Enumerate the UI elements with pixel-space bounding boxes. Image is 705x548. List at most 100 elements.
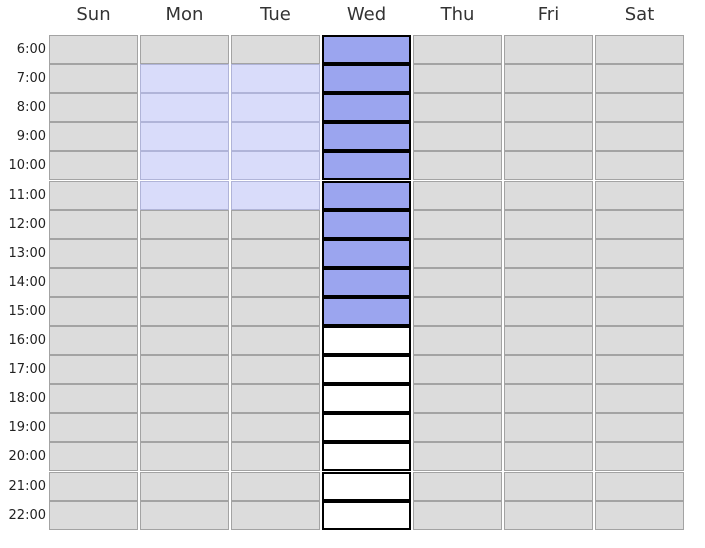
time-slot-cell[interactable] (231, 326, 320, 355)
time-slot-cell[interactable] (231, 413, 320, 443)
time-slot-cell[interactable] (595, 500, 684, 530)
time-slot-cell[interactable] (140, 442, 229, 472)
time-slot-cell[interactable] (322, 471, 411, 501)
time-slot-cell[interactable] (504, 296, 593, 326)
time-slot-cell[interactable] (49, 238, 138, 268)
time-slot-cell[interactable] (231, 151, 320, 181)
time-slot-cell[interactable] (140, 355, 229, 385)
time-slot-cell[interactable] (231, 442, 320, 472)
time-slot-cell[interactable] (49, 355, 138, 385)
time-slot-cell[interactable] (231, 267, 320, 297)
time-slot-cell[interactable] (504, 471, 593, 501)
time-slot-cell[interactable] (231, 296, 320, 326)
time-slot-cell[interactable] (413, 500, 502, 530)
time-slot-cell[interactable] (504, 267, 593, 297)
time-slot-cell[interactable] (140, 500, 229, 530)
time-slot-cell[interactable] (322, 296, 411, 326)
time-slot-cell[interactable] (140, 35, 229, 64)
time-slot-cell[interactable] (49, 35, 138, 64)
time-slot-cell[interactable] (140, 122, 229, 152)
time-slot-cell[interactable] (231, 238, 320, 268)
time-slot-cell[interactable] (413, 64, 502, 94)
time-slot-cell[interactable] (49, 500, 138, 530)
time-slot-cell[interactable] (504, 209, 593, 239)
time-slot-cell[interactable] (504, 122, 593, 152)
time-slot-cell[interactable] (231, 122, 320, 152)
time-slot-cell[interactable] (140, 180, 229, 210)
time-slot-cell[interactable] (595, 93, 684, 123)
time-slot-cell[interactable] (49, 296, 138, 326)
time-slot-cell[interactable] (595, 151, 684, 181)
time-slot-cell[interactable] (140, 471, 229, 501)
time-slot-cell[interactable] (231, 384, 320, 414)
time-slot-cell[interactable] (49, 122, 138, 152)
time-slot-cell[interactable] (140, 151, 229, 181)
time-slot-cell[interactable] (413, 209, 502, 239)
time-slot-cell[interactable] (504, 238, 593, 268)
time-slot-cell[interactable] (595, 180, 684, 210)
time-slot-cell[interactable] (322, 35, 411, 64)
time-slot-cell[interactable] (231, 209, 320, 239)
time-slot-cell[interactable] (49, 384, 138, 414)
time-slot-cell[interactable] (231, 64, 320, 94)
time-slot-cell[interactable] (413, 35, 502, 64)
time-slot-cell[interactable] (413, 413, 502, 443)
time-slot-cell[interactable] (49, 413, 138, 443)
time-slot-cell[interactable] (322, 384, 411, 414)
time-slot-cell[interactable] (322, 151, 411, 181)
time-slot-cell[interactable] (140, 267, 229, 297)
time-slot-cell[interactable] (504, 442, 593, 472)
time-slot-cell[interactable] (231, 93, 320, 123)
time-slot-cell[interactable] (504, 64, 593, 94)
time-slot-cell[interactable] (595, 122, 684, 152)
time-slot-cell[interactable] (595, 35, 684, 64)
time-slot-cell[interactable] (49, 64, 138, 94)
time-slot-cell[interactable] (49, 180, 138, 210)
time-slot-cell[interactable] (595, 296, 684, 326)
time-slot-cell[interactable] (322, 180, 411, 210)
time-slot-cell[interactable] (413, 296, 502, 326)
time-slot-cell[interactable] (413, 442, 502, 472)
time-slot-cell[interactable] (49, 151, 138, 181)
time-slot-cell[interactable] (413, 93, 502, 123)
time-slot-cell[interactable] (49, 93, 138, 123)
time-slot-cell[interactable] (413, 384, 502, 414)
time-slot-cell[interactable] (49, 209, 138, 239)
time-slot-cell[interactable] (595, 442, 684, 472)
time-slot-cell[interactable] (231, 180, 320, 210)
time-slot-cell[interactable] (231, 35, 320, 64)
time-slot-cell[interactable] (413, 151, 502, 181)
time-slot-cell[interactable] (413, 180, 502, 210)
time-slot-cell[interactable] (504, 326, 593, 355)
time-slot-cell[interactable] (595, 238, 684, 268)
time-slot-cell[interactable] (595, 326, 684, 355)
time-slot-cell[interactable] (49, 471, 138, 501)
time-slot-cell[interactable] (49, 442, 138, 472)
time-slot-cell[interactable] (231, 471, 320, 501)
time-slot-cell[interactable] (595, 209, 684, 239)
time-slot-cell[interactable] (413, 267, 502, 297)
time-slot-cell[interactable] (413, 326, 502, 355)
time-slot-cell[interactable] (504, 180, 593, 210)
time-slot-cell[interactable] (140, 64, 229, 94)
time-slot-cell[interactable] (49, 267, 138, 297)
time-slot-cell[interactable] (140, 209, 229, 239)
time-slot-cell[interactable] (322, 355, 411, 385)
time-slot-cell[interactable] (322, 238, 411, 268)
time-slot-cell[interactable] (504, 93, 593, 123)
time-slot-cell[interactable] (140, 413, 229, 443)
time-slot-cell[interactable] (595, 413, 684, 443)
time-slot-cell[interactable] (595, 355, 684, 385)
time-slot-cell[interactable] (322, 93, 411, 123)
time-slot-cell[interactable] (140, 384, 229, 414)
time-slot-cell[interactable] (322, 209, 411, 239)
time-slot-cell[interactable] (322, 326, 411, 355)
time-slot-cell[interactable] (504, 151, 593, 181)
time-slot-cell[interactable] (595, 267, 684, 297)
time-slot-cell[interactable] (595, 384, 684, 414)
time-slot-cell[interactable] (595, 471, 684, 501)
time-slot-cell[interactable] (504, 413, 593, 443)
time-slot-cell[interactable] (504, 35, 593, 64)
time-slot-cell[interactable] (140, 326, 229, 355)
time-slot-cell[interactable] (322, 64, 411, 94)
